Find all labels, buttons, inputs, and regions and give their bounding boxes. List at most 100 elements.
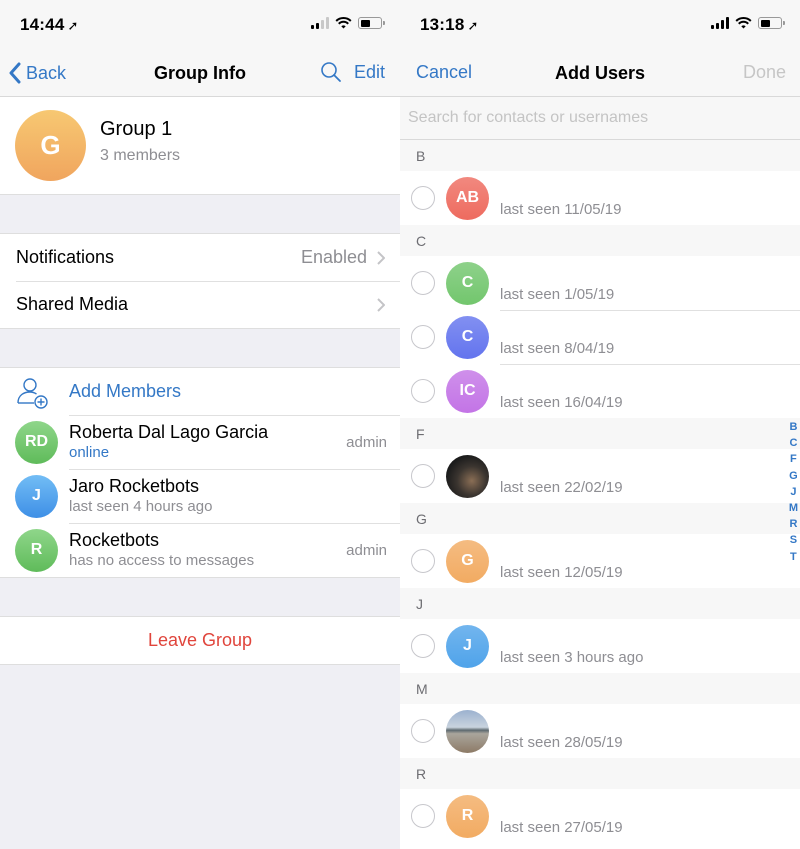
avatar-photo	[446, 454, 489, 498]
avatar: R	[446, 794, 489, 838]
avatar: RD	[15, 420, 58, 464]
section-header: M	[400, 673, 800, 704]
leave-group-button[interactable]: Leave Group	[0, 617, 400, 664]
status-time: 14:44 ➚	[20, 15, 79, 35]
index-letter[interactable]: M	[789, 500, 798, 516]
location-arrow-icon: ➚	[467, 18, 479, 33]
index-letter[interactable]: B	[789, 419, 797, 435]
signal-icon	[311, 17, 329, 29]
add-user-icon	[17, 377, 48, 409]
index-letter[interactable]: R	[789, 516, 797, 532]
leave-section: Leave Group	[0, 616, 400, 665]
back-button[interactable]: Back	[8, 62, 66, 84]
shared-media-row[interactable]: Shared Media	[0, 281, 400, 328]
cancel-button[interactable]: Cancel	[416, 62, 472, 83]
section-header: G	[400, 503, 800, 534]
select-checkbox[interactable]	[411, 379, 435, 403]
battery-icon	[358, 17, 385, 29]
section-header: C	[400, 225, 800, 256]
add-members-button[interactable]: Add Members	[0, 368, 400, 415]
contact-status: last seen 3 hours ago	[500, 648, 644, 666]
section-header: B	[400, 140, 800, 171]
edit-button[interactable]: Edit	[354, 62, 385, 83]
member-status: last seen 4 hours ago	[69, 498, 213, 515]
member-role: admin	[346, 433, 387, 451]
member-row[interactable]: R Rocketbots has no access to messages a…	[0, 523, 400, 577]
member-name: Rocketbots	[69, 530, 160, 550]
select-checkbox[interactable]	[411, 634, 435, 658]
index-letter[interactable]: S	[790, 532, 797, 548]
search-input[interactable]	[408, 109, 800, 127]
contact-row[interactable]: last seen 22/02/19	[400, 449, 800, 503]
search-bar	[400, 97, 800, 140]
members-section: Add Members RD Roberta Dal Lago Garcia o…	[0, 367, 400, 578]
wifi-icon	[335, 17, 352, 29]
alphabet-index[interactable]: BCFGJMRST	[789, 419, 798, 565]
avatar: J	[15, 474, 58, 518]
select-checkbox[interactable]	[411, 719, 435, 743]
avatar: J	[446, 624, 489, 668]
member-status: has no access to messages	[69, 552, 255, 569]
add-members-label: Add Members	[69, 381, 182, 401]
group-avatar[interactable]: G	[15, 110, 86, 181]
index-letter[interactable]: T	[790, 549, 797, 565]
battery-icon	[758, 17, 785, 29]
select-checkbox[interactable]	[411, 271, 435, 295]
contact-row[interactable]: AB last seen 11/05/19	[400, 171, 800, 225]
avatar: G	[446, 539, 489, 583]
done-button[interactable]: Done	[743, 62, 786, 83]
status-bar: 13:18 ➚	[400, 0, 800, 50]
signal-icon	[711, 17, 729, 29]
contact-row[interactable]: Clast seen 8/04/19	[400, 310, 800, 364]
select-checkbox[interactable]	[411, 186, 435, 210]
time-text: 14:44	[20, 15, 65, 34]
member-status: online	[69, 444, 110, 461]
contact-list: B AB last seen 11/05/19 C Clast seen 1/05/19…	[400, 140, 800, 843]
index-letter[interactable]: C	[789, 435, 797, 451]
group-info-screen: 14:44 ➚ Back Group Info Edit G Group 1 3 …	[0, 0, 400, 849]
contact-status: last seen 12/05/19	[500, 563, 623, 581]
index-letter[interactable]: J	[790, 484, 796, 500]
search-button[interactable]	[320, 61, 342, 88]
contact-row[interactable]: Clast seen 1/05/19	[400, 256, 800, 310]
member-count: 3 members	[100, 147, 181, 164]
nav-bar: Back Group Info Edit	[0, 50, 400, 97]
shared-media-label: Shared Media	[16, 294, 129, 314]
contact-row[interactable]: last seen 28/05/19	[400, 704, 800, 758]
select-checkbox[interactable]	[411, 804, 435, 828]
contact-row[interactable]: Rlast seen 27/05/19	[400, 789, 800, 843]
chevron-right-icon	[377, 250, 385, 265]
chevron-right-icon	[377, 297, 385, 312]
section-header: F	[400, 418, 800, 449]
status-time: 13:18 ➚	[420, 15, 479, 35]
avatar-photo	[446, 709, 489, 753]
add-users-screen: 13:18➚ Cancel Add Users Done B AB last see…	[400, 0, 800, 849]
avatar: C	[446, 315, 489, 359]
section-header: J	[400, 588, 800, 619]
member-row[interactable]: J Jaro Rocketbots last seen 4 hours ago	[0, 469, 400, 523]
select-checkbox[interactable]	[411, 549, 435, 573]
avatar: C	[446, 261, 489, 305]
index-letter[interactable]: G	[789, 468, 798, 484]
contact-row[interactable]: Jlast seen 3 hours ago	[400, 619, 800, 673]
contact-status: last seen 27/05/19	[500, 818, 623, 836]
select-checkbox[interactable]	[411, 464, 435, 488]
member-name: Jaro Rocketbots	[69, 476, 200, 496]
member-name: Roberta Dal Lago Garcia	[69, 422, 269, 442]
member-row[interactable]: RD Roberta Dal Lago Garcia online admin	[0, 415, 400, 469]
avatar: AB	[446, 176, 489, 220]
select-checkbox[interactable]	[411, 325, 435, 349]
contact-status: last seen 11/05/19	[500, 200, 622, 218]
contact-row[interactable]: IC last seen 16/04/19	[400, 364, 800, 418]
index-letter[interactable]: F	[790, 451, 797, 467]
time-text: 13:18	[420, 15, 465, 34]
group-name: Group 1	[100, 118, 173, 140]
section-header: R	[400, 758, 800, 789]
search-icon	[321, 62, 341, 82]
back-label: Back	[26, 62, 67, 83]
notifications-row[interactable]: Notifications Enabled	[0, 234, 400, 281]
location-arrow-icon: ➚	[67, 18, 79, 33]
contact-row[interactable]: Glast seen 12/05/19	[400, 534, 800, 588]
contact-status: last seen 22/02/19	[500, 478, 623, 496]
status-bar: 14:44 ➚	[0, 0, 400, 50]
